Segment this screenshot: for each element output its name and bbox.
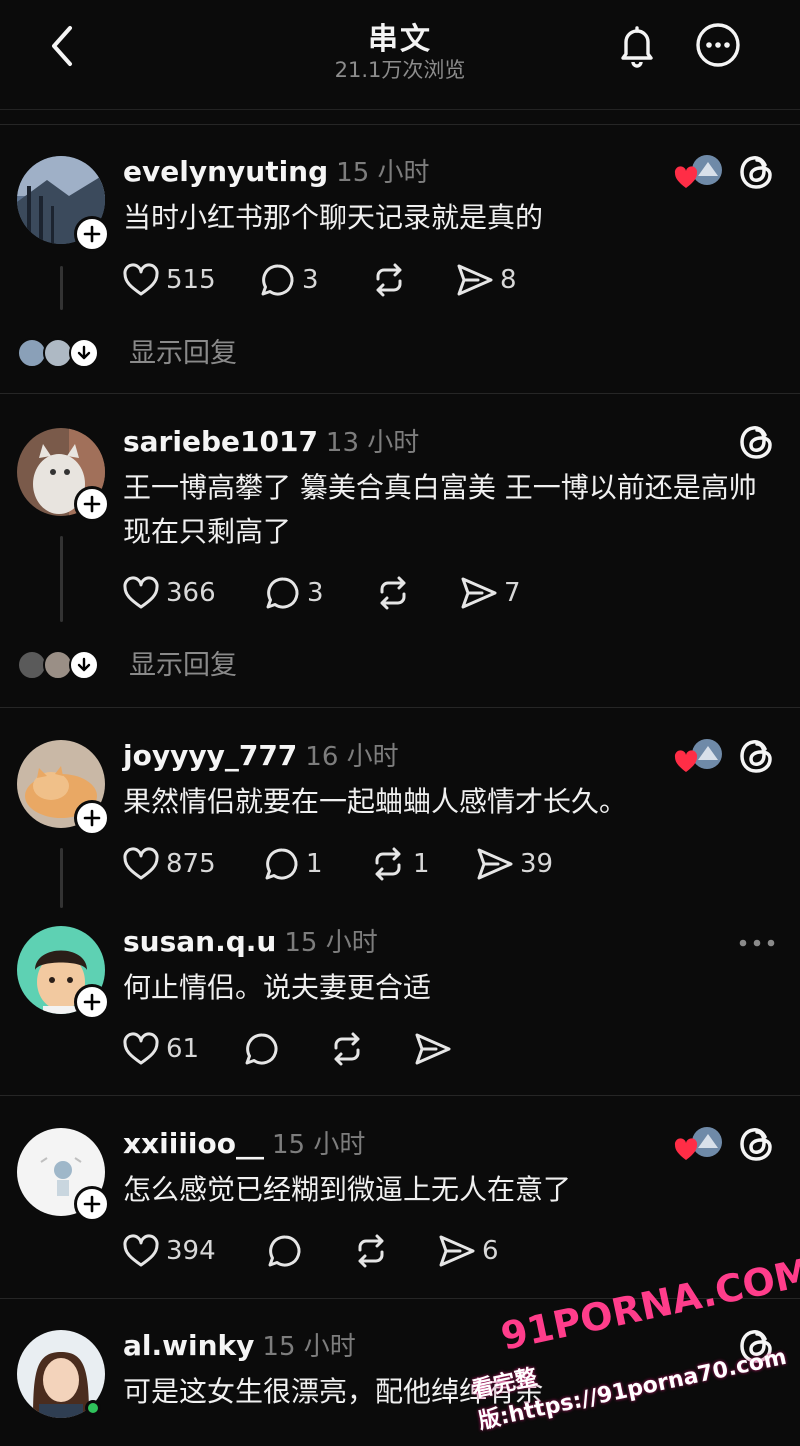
timestamp: 15 小时 (262, 1332, 356, 1362)
chevron-down-icon (69, 338, 99, 368)
share-button[interactable]: 8 (456, 260, 517, 300)
username[interactable]: xxiiiioo__ 15 小时 (123, 1124, 365, 1161)
action-bar: 875 1 1 39 (122, 844, 582, 884)
share-count: 6 (482, 1236, 499, 1266)
threads-logo-icon[interactable] (737, 152, 777, 192)
post-text: 当时小红书那个聊天记录就是真的 (123, 201, 544, 234)
follow-plus-icon[interactable] (74, 984, 110, 1020)
more-options-icon[interactable] (695, 22, 741, 68)
show-replies-row[interactable]: 显示回复 (17, 336, 317, 372)
username[interactable]: evelynyuting 15 小时 (123, 152, 430, 189)
post: joyyyy_777 16 小时 果然情侣就要在一起蛐蛐人感情才长久。 875 1… (0, 722, 800, 912)
comment-button[interactable]: 1 (264, 844, 323, 884)
post-text: 何止情侣。说夫妻更合适 (123, 971, 432, 1004)
username[interactable]: joyyyy_777 16 小时 (123, 736, 399, 773)
follow-plus-icon[interactable] (74, 800, 110, 836)
comment-count: 1 (306, 849, 323, 879)
share-button[interactable] (414, 1029, 458, 1069)
threads-logo-icon[interactable] (737, 422, 777, 462)
action-bar: 515 3 8 (122, 260, 542, 300)
timestamp: 15 小时 (271, 1130, 366, 1160)
threads-logo-icon[interactable] (737, 736, 777, 776)
share-button[interactable]: 39 (476, 844, 553, 884)
like-button[interactable]: 394 (122, 1231, 216, 1271)
repost-button[interactable] (328, 1029, 372, 1069)
like-button[interactable]: 875 (122, 844, 216, 884)
timestamp: 15 小时 (284, 928, 378, 958)
comment-button[interactable] (267, 1231, 309, 1271)
follow-plus-icon[interactable] (74, 486, 110, 522)
like-button[interactable]: 515 (122, 260, 216, 300)
liked-by-author-icon (674, 738, 724, 774)
liked-by-author-icon (674, 154, 724, 190)
share-count: 7 (504, 578, 521, 608)
divider (0, 393, 800, 394)
page-title: 串文 (368, 22, 432, 57)
action-bar: 394 6 (122, 1231, 522, 1271)
share-button[interactable]: 7 (460, 573, 521, 613)
repost-button[interactable] (370, 260, 414, 300)
like-button[interactable]: 366 (122, 573, 216, 613)
show-replies-row[interactable]: 显示回复 (17, 648, 317, 684)
post: susan.q.u 15 小时 何止情侣。说夫妻更合适 61 (0, 910, 800, 1090)
like-count: 366 (166, 578, 216, 608)
divider (0, 124, 800, 125)
repost-button[interactable] (374, 573, 418, 613)
thread-line (60, 536, 63, 622)
post-text: 王一博高攀了 纂美合真白富美 王一博以前还是高帅 现在只剩高了 (123, 471, 757, 548)
comment-button[interactable] (244, 1029, 286, 1069)
like-count: 515 (166, 265, 216, 295)
share-count: 39 (520, 849, 554, 879)
post: evelynyuting 15 小时 当时小红书那个聊天记录就是真的 515 3 … (0, 140, 800, 390)
show-replies-label: 显示回复 (129, 650, 237, 681)
divider (0, 1095, 800, 1096)
like-count: 61 (166, 1034, 200, 1064)
online-status-dot (85, 1400, 101, 1416)
follow-plus-icon[interactable] (74, 1186, 110, 1222)
follow-plus-icon[interactable] (74, 216, 110, 252)
action-bar: 366 3 7 (122, 573, 542, 613)
username[interactable]: sariebe1017 13 小时 (123, 422, 419, 459)
repost-count: 1 (413, 849, 430, 879)
username[interactable]: susan.q.u 15 小时 (123, 922, 378, 959)
more-options-icon[interactable] (738, 934, 776, 947)
comment-button[interactable]: 3 (265, 573, 324, 613)
liked-by-author-icon (674, 1126, 724, 1162)
show-replies-label: 显示回复 (129, 338, 237, 369)
timestamp: 15 小时 (336, 158, 430, 188)
repost-button[interactable]: 1 (369, 844, 430, 884)
top-bar: 串文 21.1万次浏览 (0, 0, 800, 110)
threads-logo-icon[interactable] (737, 1124, 777, 1164)
post: xxiiiioo__ 15 小时 怎么感觉已经糊到微逼上无人在意了 394 6 (0, 1112, 800, 1297)
like-button[interactable]: 61 (122, 1029, 199, 1069)
comment-count: 3 (302, 265, 319, 295)
share-count: 8 (500, 265, 517, 295)
divider (0, 707, 800, 708)
chevron-down-icon (69, 650, 99, 680)
thread-line (60, 266, 63, 310)
post: sariebe1017 13 小时 王一博高攀了 纂美合真白富美 王一博以前还是高… (0, 410, 800, 700)
timestamp: 16 小时 (305, 742, 399, 772)
action-bar: 61 (122, 1029, 482, 1069)
repost-button[interactable] (352, 1231, 396, 1271)
timestamp: 13 小时 (325, 428, 420, 458)
like-count: 394 (166, 1236, 216, 1266)
bell-icon[interactable] (614, 22, 660, 68)
comment-count: 3 (307, 578, 324, 608)
comment-button[interactable]: 3 (260, 260, 319, 300)
share-button[interactable]: 6 (438, 1231, 499, 1271)
like-count: 875 (166, 849, 216, 879)
thread-line (60, 848, 63, 908)
post-text: 怎么感觉已经糊到微逼上无人在意了 (123, 1173, 572, 1206)
username[interactable]: al.winky 15 小时 (123, 1326, 356, 1363)
post-text: 果然情侣就要在一起蛐蛐人感情才长久。 (123, 785, 628, 818)
view-count: 21.1万次浏览 (334, 58, 466, 82)
